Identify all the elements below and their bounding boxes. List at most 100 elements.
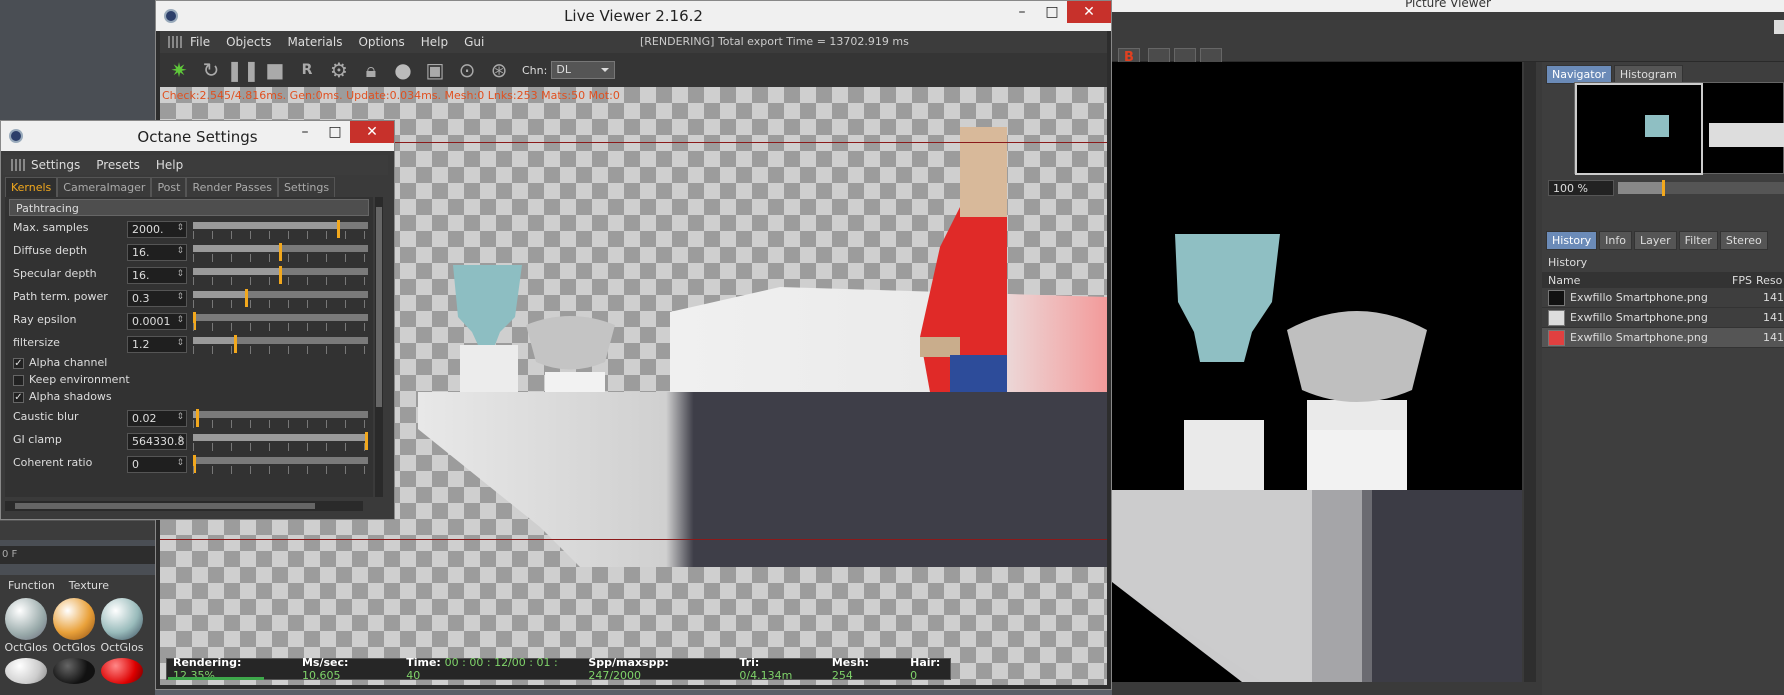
- tab-cameraimager[interactable]: CameraImager: [57, 177, 152, 197]
- param-row: Max. samples 2000.: [5, 218, 373, 241]
- param-slider[interactable]: [193, 335, 368, 354]
- pick-focus-icon[interactable]: ⊙: [454, 57, 480, 83]
- param-slider[interactable]: [193, 243, 368, 262]
- param-value-input[interactable]: 564330.8: [127, 433, 187, 450]
- image-scrollbar[interactable]: [1524, 62, 1536, 682]
- live-viewer-titlebar[interactable]: Live Viewer 2.16.2 – □ ✕: [156, 1, 1111, 31]
- param-value-input[interactable]: 0.3: [127, 290, 187, 307]
- settings-vertical-scrollbar[interactable]: [375, 197, 383, 497]
- tab-render-passes[interactable]: Render Passes: [186, 177, 278, 197]
- param-value-input[interactable]: 16.: [127, 267, 187, 284]
- param-slider[interactable]: [193, 312, 368, 331]
- focus-icon[interactable]: ▣: [422, 57, 448, 83]
- menu-objects[interactable]: Objects: [226, 35, 271, 49]
- close-button[interactable]: ✕: [1067, 1, 1111, 23]
- menu-presets[interactable]: Presets: [96, 158, 140, 172]
- picture-viewer-image[interactable]: [1112, 62, 1522, 682]
- tab-filter[interactable]: Filter: [1678, 231, 1718, 250]
- param-label: Diffuse depth: [13, 244, 88, 257]
- alpha-shadows-checkbox[interactable]: ✓ Alpha shadows: [5, 390, 373, 407]
- menu-gui[interactable]: Gui: [464, 35, 484, 49]
- material-ball-icon[interactable]: [53, 658, 95, 684]
- picture-viewer-sidebar: Navigator Histogram 100 % History Info L…: [1542, 62, 1784, 695]
- zoom-slider[interactable]: [1618, 180, 1784, 196]
- alpha-channel-checkbox[interactable]: ✓ Alpha channel: [5, 356, 373, 373]
- param-slider[interactable]: [193, 432, 368, 451]
- param-slider[interactable]: [193, 289, 368, 308]
- col-res[interactable]: Reso: [1756, 274, 1782, 287]
- param-row: GI clamp 564330.8: [5, 430, 373, 453]
- param-row: Coherent ratio 0: [5, 453, 373, 476]
- menu-options[interactable]: Options: [358, 35, 404, 49]
- region-icon[interactable]: R: [294, 57, 320, 83]
- hair-stat: Hair: 0: [910, 656, 941, 682]
- param-slider[interactable]: [193, 266, 368, 285]
- tab-kernels[interactable]: Kernels: [5, 177, 58, 197]
- start-render-icon[interactable]: ✷: [166, 57, 192, 83]
- render-stats: Check:2.545/4.816ms. Gen:0ms. Update:0.0…: [162, 89, 620, 102]
- history-row[interactable]: Exwfillo Smartphone.png 141: [1542, 288, 1784, 308]
- material-ball-icon[interactable]: [101, 658, 143, 684]
- octane-settings-tabs: Kernels CameraImager Post Render Passes …: [5, 177, 336, 197]
- stop-icon[interactable]: ■: [262, 57, 288, 83]
- grip-icon[interactable]: [11, 159, 25, 171]
- material-swatch[interactable]: OctGlos: [100, 598, 144, 654]
- material-tab-function[interactable]: Function: [8, 579, 55, 592]
- material-swatch[interactable]: OctGlos: [52, 598, 96, 654]
- history-row[interactable]: Exwfillo Smartphone.png 141: [1542, 308, 1784, 328]
- col-fps[interactable]: FPS: [1732, 274, 1756, 287]
- param-value-input[interactable]: 2000.: [127, 221, 187, 238]
- panel-toggle-icon[interactable]: [1774, 20, 1784, 34]
- tab-layer[interactable]: Layer: [1633, 231, 1677, 250]
- keep-environment-checkbox[interactable]: Keep environment: [5, 373, 373, 390]
- tab-settings[interactable]: Settings: [277, 177, 336, 197]
- menu-file[interactable]: File: [190, 35, 210, 49]
- maximize-button[interactable]: □: [1037, 1, 1067, 23]
- material-swatch[interactable]: OctGlos: [4, 598, 48, 654]
- maximize-button[interactable]: □: [320, 121, 350, 143]
- kernels-panel: Pathtracing Max. samples 2000. Diffuse dep…: [5, 197, 373, 497]
- menu-help[interactable]: Help: [421, 35, 448, 49]
- param-value-input[interactable]: 0.02: [127, 410, 187, 427]
- param-slider[interactable]: [193, 220, 368, 239]
- image-thumbnail-icon: [1548, 289, 1566, 306]
- material-label: OctGlos: [100, 641, 144, 654]
- close-button[interactable]: ✕: [350, 121, 394, 143]
- section-pathtracing[interactable]: Pathtracing: [9, 199, 369, 216]
- render-progress-bar: [168, 677, 265, 680]
- menu-settings[interactable]: Settings: [31, 158, 80, 172]
- material-ball-icon[interactable]: [5, 658, 47, 684]
- param-value-input[interactable]: 16.: [127, 244, 187, 261]
- menu-help[interactable]: Help: [156, 158, 183, 172]
- lock-icon[interactable]: 🔒︎: [358, 57, 384, 83]
- param-value-input[interactable]: 1.2: [127, 336, 187, 353]
- settings-gear-icon[interactable]: ⚙: [326, 57, 352, 83]
- param-value-input[interactable]: 0: [127, 456, 187, 473]
- param-value-input[interactable]: 0.0001: [127, 313, 187, 330]
- material-label: OctGlos: [52, 641, 96, 654]
- tab-stereo[interactable]: Stereo: [1719, 231, 1768, 250]
- menu-materials[interactable]: Materials: [287, 35, 342, 49]
- navigator-thumbnail[interactable]: [1574, 82, 1784, 175]
- grip-icon[interactable]: [168, 36, 182, 48]
- octane-settings-titlebar[interactable]: Octane Settings – □ ✕: [1, 121, 394, 151]
- history-row[interactable]: Exwfillo Smartphone.png 141: [1542, 328, 1784, 348]
- pick-material-icon[interactable]: ⊛: [486, 57, 512, 83]
- material-sphere-icon[interactable]: ●: [390, 57, 416, 83]
- settings-horizontal-scrollbar[interactable]: [5, 501, 363, 511]
- minimize-button[interactable]: –: [1007, 1, 1037, 23]
- zoom-field[interactable]: 100 %: [1548, 180, 1614, 196]
- pause-icon[interactable]: ❚❚: [226, 57, 260, 83]
- param-slider[interactable]: [193, 455, 368, 474]
- minimize-button[interactable]: –: [290, 121, 320, 143]
- tab-history[interactable]: History: [1546, 231, 1598, 250]
- tab-info[interactable]: Info: [1599, 231, 1632, 250]
- col-name[interactable]: Name: [1548, 274, 1732, 287]
- material-manager: Function Texture OctGlos OctGlos OctGlos: [0, 575, 155, 695]
- param-slider[interactable]: [193, 409, 368, 428]
- material-tab-texture[interactable]: Texture: [69, 579, 109, 592]
- tab-post[interactable]: Post: [151, 177, 187, 197]
- channel-select[interactable]: DL: [551, 61, 616, 79]
- material-ball-icon: [53, 598, 95, 640]
- restart-icon[interactable]: ↻: [198, 57, 224, 83]
